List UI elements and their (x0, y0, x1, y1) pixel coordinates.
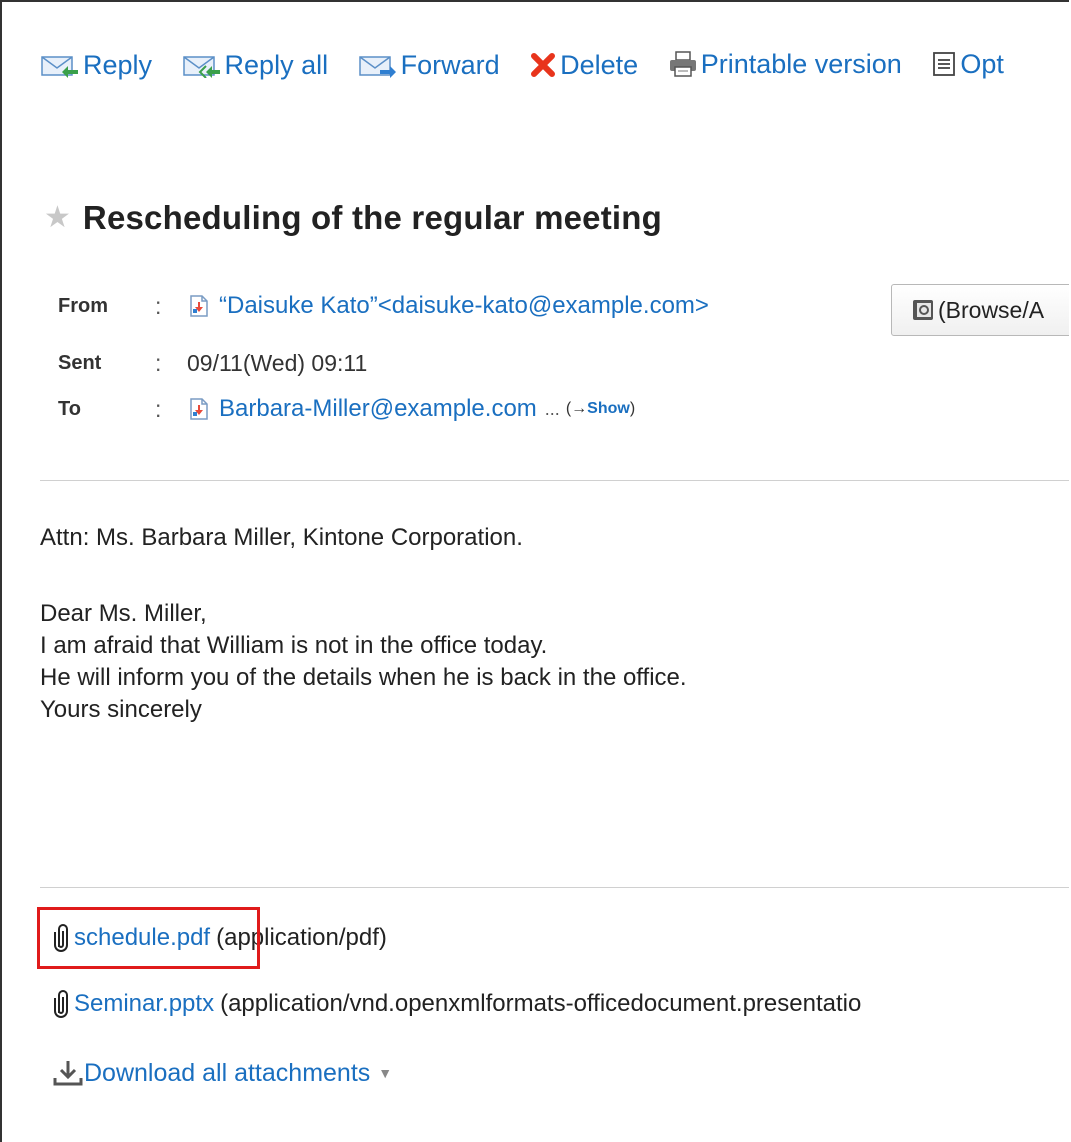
sent-value: 09/11(Wed) 09:11 (187, 350, 368, 376)
paperclip-icon (54, 990, 68, 1018)
body-divider (40, 887, 1069, 888)
from-row: From : “Daisuke Kato”<daisuke-kato@examp… (58, 292, 709, 320)
browse-address-button[interactable]: (Browse/A (891, 284, 1069, 336)
mail-view: Reply Reply all Forward Delete Printable… (0, 0, 1069, 1142)
to-address-link[interactable]: Barbara-Miller@example.com (219, 395, 537, 423)
from-colon: : (155, 292, 162, 319)
to-row: To : Barbara-Miller@example.com ... (→Sh… (58, 395, 635, 423)
body-line: I am afraid that William is not in the o… (40, 632, 548, 659)
printer-icon (669, 51, 696, 77)
body-line: Yours sincerely (40, 696, 202, 723)
from-address-link[interactable]: “Daisuke Kato”<daisuke-kato@example.com> (219, 292, 709, 320)
download-all-button[interactable]: Download all attachments ▼ (52, 1058, 392, 1088)
reply-icon (41, 56, 78, 78)
show-recipients-link[interactable]: Show (587, 400, 630, 417)
delete-button[interactable]: Delete (529, 45, 638, 85)
printable-version-label: Printable version (700, 49, 902, 79)
star-icon[interactable]: ★ (44, 198, 71, 238)
add-address-icon[interactable] (187, 294, 211, 318)
subject-title: Rescheduling of the regular meeting (82, 199, 662, 236)
sent-label: Sent (58, 352, 102, 374)
chevron-down-icon[interactable]: ▼ (378, 1065, 392, 1081)
body-line: Dear Ms. Miller, (40, 600, 207, 627)
show-recipients: (→Show) (566, 400, 635, 418)
reply-all-icon (182, 56, 220, 78)
browse-address-label: (Browse/A (938, 296, 1045, 323)
delete-label: Delete (560, 50, 639, 80)
printable-version-button[interactable]: Printable version (668, 44, 902, 84)
subject-row: ★ Rescheduling of the regular meeting (44, 198, 662, 238)
reply-button[interactable]: Reply (40, 45, 152, 85)
reply-all-label: Reply all (224, 50, 329, 80)
to-colon: : (155, 395, 162, 422)
add-address-icon[interactable] (187, 397, 211, 421)
attachment-link-seminar[interactable]: Seminar.pptx (74, 990, 214, 1018)
sent-colon: : (155, 350, 162, 376)
highlight-box (37, 907, 260, 969)
forward-icon (358, 56, 396, 78)
reply-all-button[interactable]: Reply all (182, 45, 329, 85)
forward-button[interactable]: Forward (358, 45, 500, 85)
body-line: Attn: Ms. Barbara Miller, Kintone Corpor… (40, 524, 523, 551)
from-label: From (58, 294, 108, 317)
download-all-label: Download all attachments (84, 1058, 371, 1087)
header-divider (40, 480, 1069, 481)
options-icon (933, 52, 956, 76)
sent-row: Sent : 09/11(Wed) 09:11 (58, 350, 367, 377)
delete-icon (531, 53, 556, 77)
show-prefix: (→ (565, 400, 588, 417)
options-button[interactable]: Opt (931, 44, 1004, 84)
mail-toolbar: Reply Reply all Forward Delete Printable… (40, 44, 1026, 89)
address-book-icon (913, 300, 933, 320)
to-ellipsis: ... (544, 398, 560, 419)
forward-label: Forward (400, 50, 500, 80)
attachment-item: Seminar.pptx (application/vnd.openxmlfor… (52, 989, 861, 1019)
reply-label: Reply (83, 50, 153, 80)
message-body: Attn: Ms. Barbara Miller, Kintone Corpor… (40, 522, 687, 726)
download-icon (53, 1061, 83, 1086)
show-suffix: ) (629, 400, 636, 417)
to-label: To (58, 397, 81, 420)
attachment-type: (application/vnd.openxmlformats-officedo… (220, 990, 862, 1017)
body-line: He will inform you of the details when h… (40, 664, 687, 691)
options-label: Opt (960, 49, 1004, 79)
